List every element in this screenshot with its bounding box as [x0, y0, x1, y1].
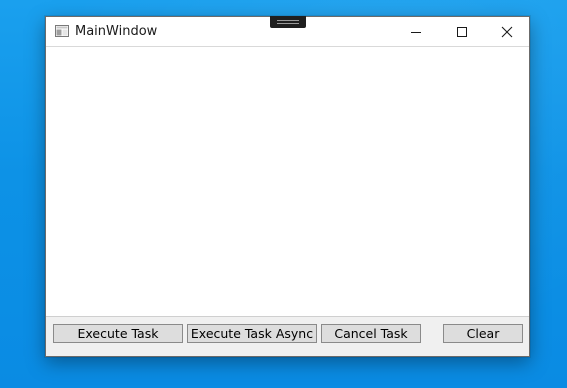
execute-task-async-button[interactable]: Execute Task Async — [187, 324, 317, 343]
snap-layout-handle[interactable] — [270, 16, 306, 28]
execute-task-button[interactable]: Execute Task — [53, 324, 183, 343]
content-area — [46, 47, 529, 317]
maximize-icon — [457, 26, 467, 37]
button-bar: Execute Task Execute Task Async Cancel T… — [46, 317, 529, 356]
snap-handle-line — [277, 20, 299, 21]
snap-handle-line — [277, 23, 299, 24]
minimize-icon — [411, 31, 421, 33]
app-window-icon — [55, 25, 69, 37]
close-icon — [501, 26, 513, 37]
clear-button[interactable]: Clear — [443, 324, 523, 343]
main-window: MainWindow Execute Task Execute Task Asy… — [45, 16, 530, 357]
minimize-button[interactable] — [393, 17, 439, 46]
cancel-task-button[interactable]: Cancel Task — [321, 324, 421, 343]
maximize-button[interactable] — [439, 17, 485, 46]
close-button[interactable] — [484, 17, 530, 46]
window-title: MainWindow — [75, 24, 158, 39]
